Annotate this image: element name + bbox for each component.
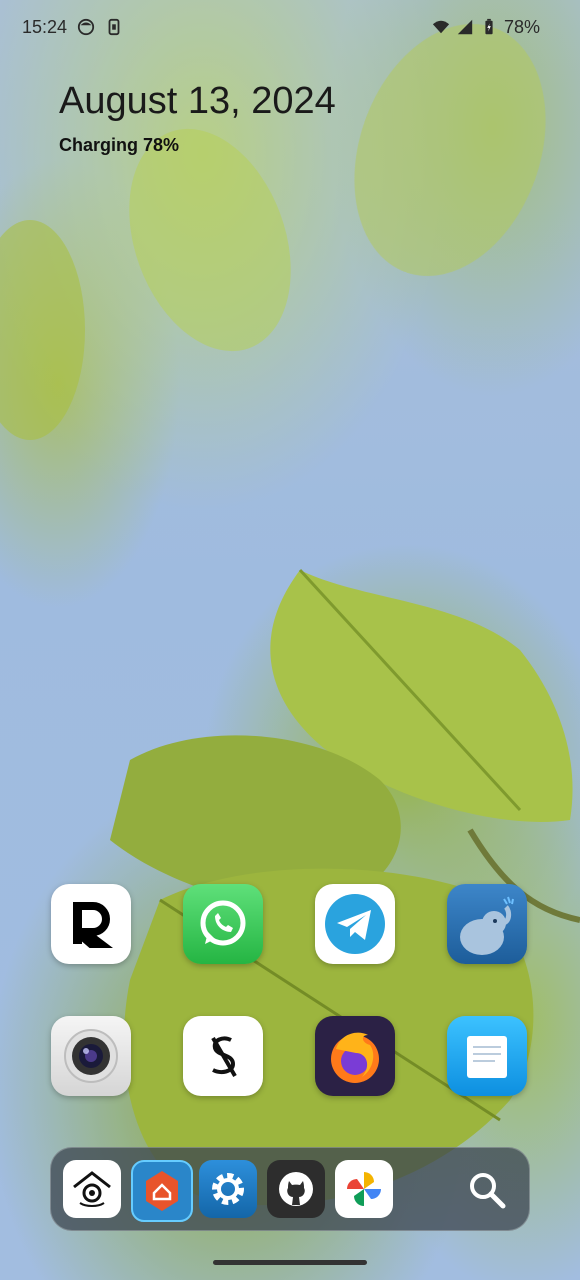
battery-percent: 78% <box>503 16 540 37</box>
status-bar: 15:24 78% <box>0 12 580 42</box>
nova-home-icon <box>146 1171 178 1211</box>
app-revolut[interactable] <box>51 884 131 964</box>
app-s-slash[interactable] <box>183 1016 263 1096</box>
dock-app-github[interactable] <box>267 1160 325 1218</box>
revolut-r-icon <box>73 902 113 948</box>
app-whatsapp[interactable] <box>183 884 263 964</box>
date-widget[interactable]: August 13, 2024 <box>59 80 336 123</box>
app-mastodon[interactable] <box>447 884 527 964</box>
dock-app-nova[interactable] <box>131 1160 193 1222</box>
clock: 15:24 <box>22 16 68 37</box>
photos-pinwheel-icon <box>347 1172 381 1206</box>
camera-icon <box>64 1029 118 1083</box>
battery-icon <box>485 18 493 35</box>
s-slash-icon <box>211 1036 237 1078</box>
dock-app-photos[interactable] <box>335 1160 393 1218</box>
sim-card-icon <box>108 18 120 36</box>
home-eye-icon <box>73 1171 111 1207</box>
notes-icon <box>467 1036 507 1078</box>
app-firefox[interactable] <box>315 1016 395 1096</box>
telegram-icon <box>325 894 385 954</box>
cell-signal-icon <box>457 19 473 35</box>
charging-status: Charging 78% <box>59 135 180 155</box>
app-telegram[interactable] <box>315 884 395 964</box>
elephant-icon <box>460 896 514 955</box>
gear-icon <box>212 1173 244 1205</box>
dock-search-button[interactable] <box>465 1168 509 1212</box>
home-gesture-bar[interactable] <box>213 1260 367 1265</box>
app-notes[interactable] <box>447 1016 527 1096</box>
whatsapp-icon <box>200 900 246 946</box>
notification-face-icon <box>77 18 95 36</box>
github-icon <box>279 1172 313 1206</box>
app-camera[interactable] <box>51 1016 131 1096</box>
wifi-icon <box>432 20 450 34</box>
dock-app-home-assistant[interactable] <box>63 1160 121 1218</box>
firefox-icon <box>331 1032 379 1083</box>
dock-app-settings[interactable] <box>199 1160 257 1218</box>
search-icon <box>470 1173 506 1209</box>
